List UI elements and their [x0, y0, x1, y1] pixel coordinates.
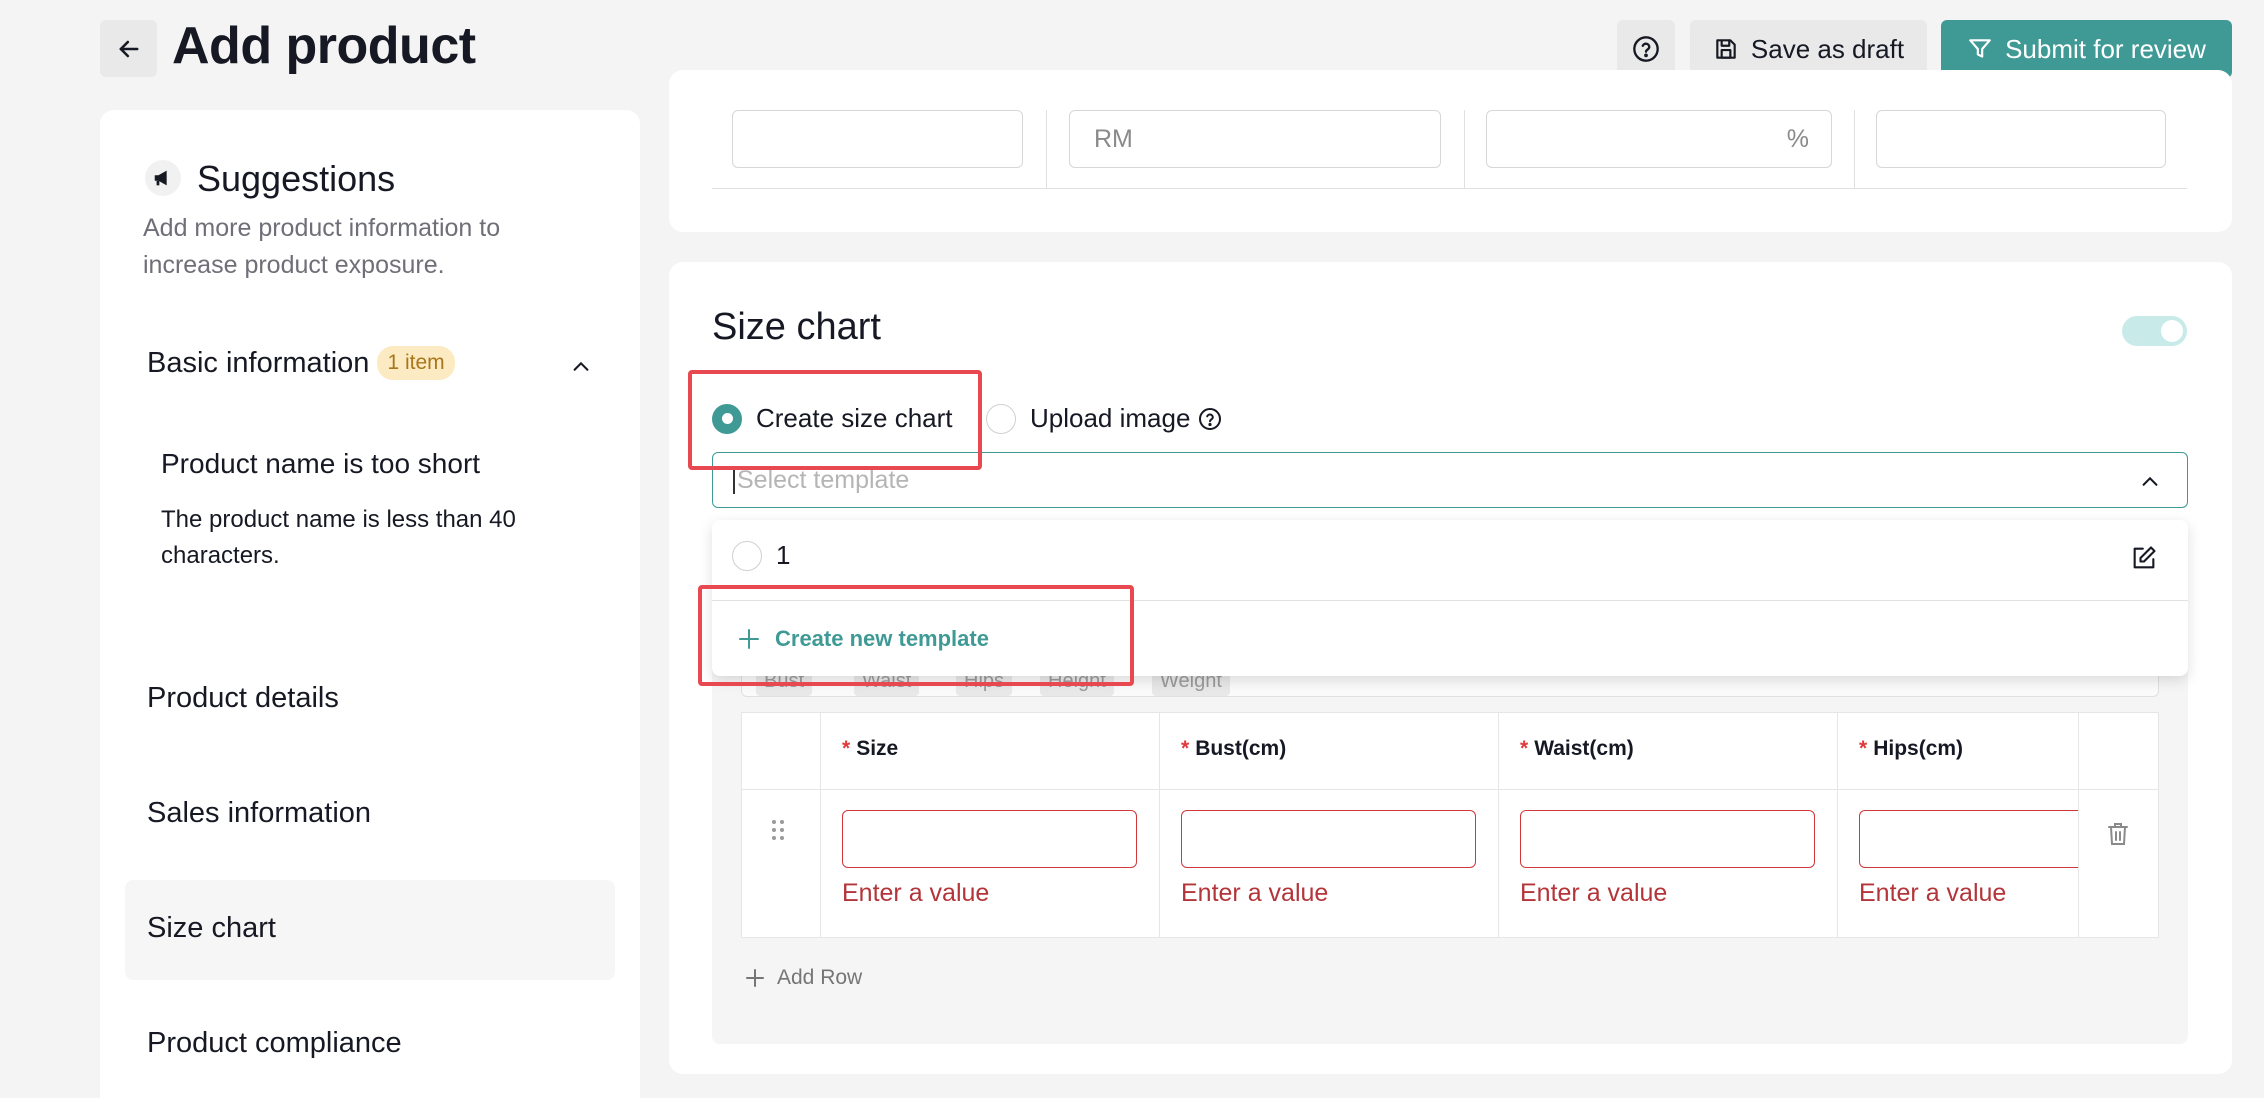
basic-information-label: Basic information [147, 346, 370, 379]
column-divider [1464, 110, 1465, 189]
submit-for-review-label: Submit for review [2005, 33, 2206, 64]
basic-information-section[interactable]: Basic information 1 item [147, 346, 455, 380]
sidebar-item-product-compliance[interactable]: Product compliance [147, 1027, 402, 1060]
hips-error-text: Enter a value [1859, 879, 2007, 907]
bust-error-text: Enter a value [1181, 879, 1329, 907]
column-divider [1854, 110, 1855, 189]
bust-value-input[interactable] [1181, 810, 1476, 868]
drag-handle-icon[interactable] [770, 819, 786, 841]
save-as-draft-label: Save as draft [1750, 33, 1905, 64]
save-icon [1716, 39, 1736, 59]
column-divider [2078, 713, 2079, 937]
price-field[interactable] [732, 110, 1023, 168]
sidebar-item-size-chart[interactable]: Size chart [147, 912, 276, 945]
row-divider [712, 188, 2187, 189]
sidebar-item-sales-information[interactable]: Sales information [147, 797, 371, 830]
size-table: * Size * Bust(cm) * Waist(cm) * Hips(cm) Ent… [741, 712, 2159, 938]
suggestions-title: Suggestions [197, 158, 396, 199]
help-circle-icon[interactable] [1198, 407, 1222, 431]
suggestion-issue-description: The product name is less than 40 charact… [161, 506, 516, 569]
sidebar-item-product-details[interactable]: Product details [147, 682, 339, 715]
waist-value-input[interactable] [1520, 810, 1815, 868]
radio-upload-image[interactable]: Upload image [986, 403, 1222, 434]
size-chart-toggle[interactable] [2122, 316, 2187, 346]
trash-icon[interactable] [2106, 821, 2130, 847]
suggestions-sidebar: Suggestions Add more product information… [100, 110, 640, 1098]
size-chart-title: Size chart [712, 306, 881, 348]
radio-unselected-icon [732, 540, 762, 571]
column-divider [1159, 713, 1160, 937]
radio-unselected-icon [986, 403, 1016, 434]
column-header-bust: * Bust(cm) [1181, 737, 1287, 760]
chevron-up-icon[interactable] [2139, 471, 2161, 493]
column-header-waist: * Waist(cm) [1520, 737, 1634, 760]
column-divider [1498, 713, 1499, 937]
template-option-label: 1 [776, 540, 791, 570]
add-row-button[interactable]: Add Row [743, 966, 862, 990]
suggestions-description: Add more product information to increase… [143, 214, 501, 279]
column-header-size: * Size [842, 737, 899, 760]
template-option[interactable]: 1 [732, 540, 790, 571]
waist-error-text: Enter a value [1520, 879, 1668, 907]
toggle-knob [2161, 320, 2183, 342]
percent-suffix: % [1786, 124, 1809, 153]
suggestion-issue-title[interactable]: Product name is too short [161, 448, 480, 480]
currency-field[interactable]: RM [1069, 110, 1441, 168]
column-divider [820, 713, 821, 937]
help-circle-icon [1633, 36, 1659, 62]
column-header-hips: * Hips(cm) [1859, 737, 1964, 760]
send-icon [1969, 39, 1991, 58]
hips-value-input[interactable] [1859, 810, 2078, 868]
page-title: Add product [172, 17, 476, 75]
edit-icon[interactable] [2130, 544, 2158, 572]
currency-placeholder: RM [1094, 124, 1133, 153]
size-value-input[interactable] [842, 810, 1137, 868]
sales-fields-card: RM % [669, 70, 2232, 232]
row-divider [742, 789, 2158, 790]
column-divider [1837, 713, 1838, 937]
percent-field[interactable]: % [1486, 110, 1832, 168]
text-caret [733, 466, 735, 494]
annotation-highlight-create-size-chart [688, 370, 982, 470]
item-count-badge: 1 item [377, 346, 455, 380]
radio-upload-label: Upload image [1030, 403, 1191, 433]
size-error-text: Enter a value [842, 879, 990, 907]
chevron-up-icon[interactable] [570, 356, 592, 378]
annotation-highlight-create-new-template [698, 585, 1134, 686]
add-row-label: Add Row [777, 966, 863, 989]
quantity-field[interactable] [1876, 110, 2166, 168]
back-button[interactable] [100, 20, 157, 77]
megaphone-icon [145, 160, 181, 196]
plus-icon [746, 969, 764, 987]
arrow-left-icon [119, 40, 138, 57]
column-divider [1046, 110, 1047, 189]
